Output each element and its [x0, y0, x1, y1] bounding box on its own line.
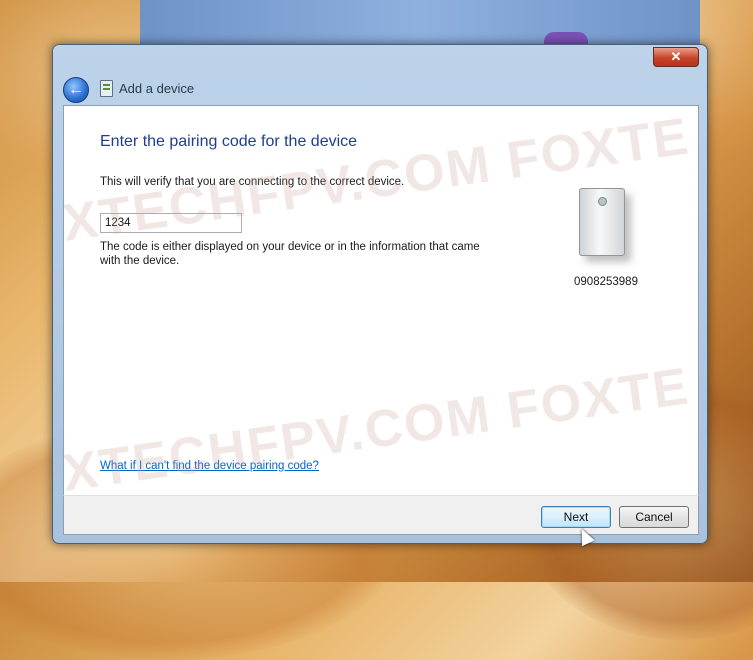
page-heading: Enter the pairing code for the device: [100, 133, 358, 150]
title-bar: ✕ ← Add a device: [53, 45, 707, 103]
device-led-icon: [598, 197, 607, 206]
cancel-button[interactable]: Cancel: [619, 506, 689, 528]
back-button[interactable]: ←: [63, 77, 89, 103]
button-bar: Next Cancel: [63, 495, 699, 535]
close-button[interactable]: ✕: [653, 47, 699, 67]
add-device-wizard-icon: [100, 80, 113, 97]
back-arrow-icon: ←: [68, 81, 84, 98]
device-name: 0908253989: [574, 276, 638, 288]
window-title: Add a device: [119, 81, 195, 96]
next-button[interactable]: Next: [541, 506, 611, 528]
device-icon: [579, 188, 625, 256]
pairing-code-help-text: The code is either displayed on your dev…: [100, 241, 480, 267]
desktop-wallpaper-sky: [140, 0, 700, 46]
